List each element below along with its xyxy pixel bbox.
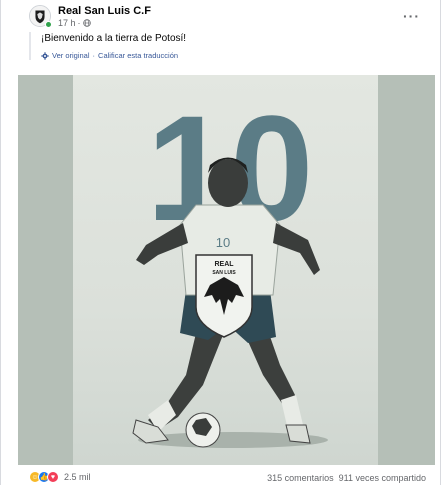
reaction-count[interactable]: 2.5 mil [64, 472, 91, 482]
post-time[interactable]: 17 h [58, 18, 76, 28]
post-meta: 17 h · [58, 18, 91, 28]
player-illustration: 10 10 REAL SAN [132, 84, 328, 448]
head [208, 159, 248, 207]
translate-gear-icon [41, 51, 49, 60]
translation-bar: Ver original · Calificar esta traducción [41, 51, 409, 60]
comments-count[interactable]: 315 comentarios [267, 473, 334, 483]
shares-count[interactable]: 911 veces compartido [339, 473, 426, 483]
post-body: ¡Bienvenido a la tierra de Potosí! Ver o… [29, 32, 409, 60]
post-message: ¡Bienvenido a la tierra de Potosí! [41, 33, 187, 44]
post-image[interactable]: 10 10 REAL SAN [18, 75, 435, 465]
post-stats: 315 comentarios 911 veces compartido [267, 473, 426, 483]
meta-separator: · [77, 18, 81, 28]
reactions-summary[interactable]: ☺ 👍 ♥ 2.5 mil [29, 471, 91, 483]
post-footer: ☺ 👍 ♥ 2.5 mil 315 comentarios 911 veces … [1, 467, 440, 485]
more-options-button[interactable]: ··· [403, 8, 420, 24]
love-icon: ♥ [47, 471, 59, 483]
page-name[interactable]: Real San Luis C.F [58, 5, 151, 17]
post-header: Real San Luis C.F 17 h · ··· [1, 0, 440, 30]
post-card: Real San Luis C.F 17 h · ··· ¡Bienvenido… [0, 0, 441, 485]
online-status-dot [45, 21, 52, 28]
globe-icon [82, 19, 91, 27]
badge-line-2: SAN LUIS [212, 270, 236, 276]
translate-separator: · [92, 51, 96, 60]
right-boot [285, 424, 311, 444]
rate-translation-link[interactable]: Calificar esta traducción [98, 51, 178, 60]
shirt-number: 10 [216, 235, 230, 250]
badge-line-1: REAL [214, 261, 234, 268]
see-original-link[interactable]: Ver original [52, 51, 90, 60]
